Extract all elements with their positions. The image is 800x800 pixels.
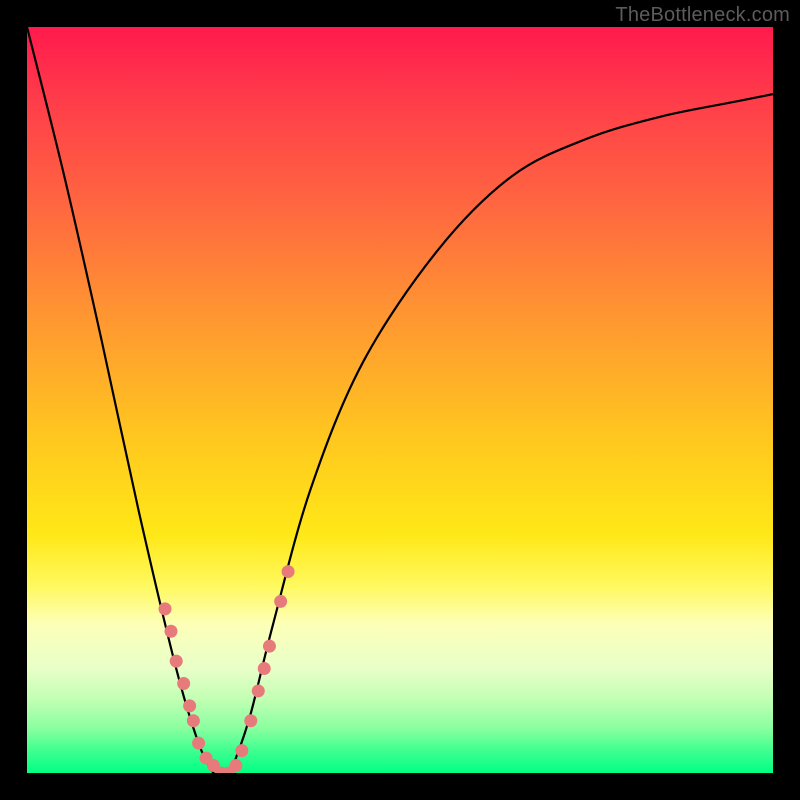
watermark-text: TheBottleneck.com (615, 4, 790, 27)
highlight-dot (183, 699, 196, 712)
highlight-dot (159, 602, 172, 615)
highlight-dot (235, 744, 248, 757)
bottleneck-curve-svg (27, 27, 773, 773)
highlight-dot (164, 625, 177, 638)
highlight-dot (263, 640, 276, 653)
highlight-dot (252, 684, 265, 697)
highlight-dot (170, 655, 183, 668)
highlight-dot (282, 565, 295, 578)
highlight-dot (177, 677, 190, 690)
highlight-dot (192, 737, 205, 750)
highlight-dot (274, 595, 287, 608)
highlight-dot (244, 714, 257, 727)
highlight-dots-group (159, 565, 295, 773)
chart-area (27, 27, 773, 773)
bottleneck-curve (27, 27, 773, 773)
highlight-dot (187, 714, 200, 727)
highlight-dot (229, 759, 242, 772)
highlight-dot (258, 662, 271, 675)
